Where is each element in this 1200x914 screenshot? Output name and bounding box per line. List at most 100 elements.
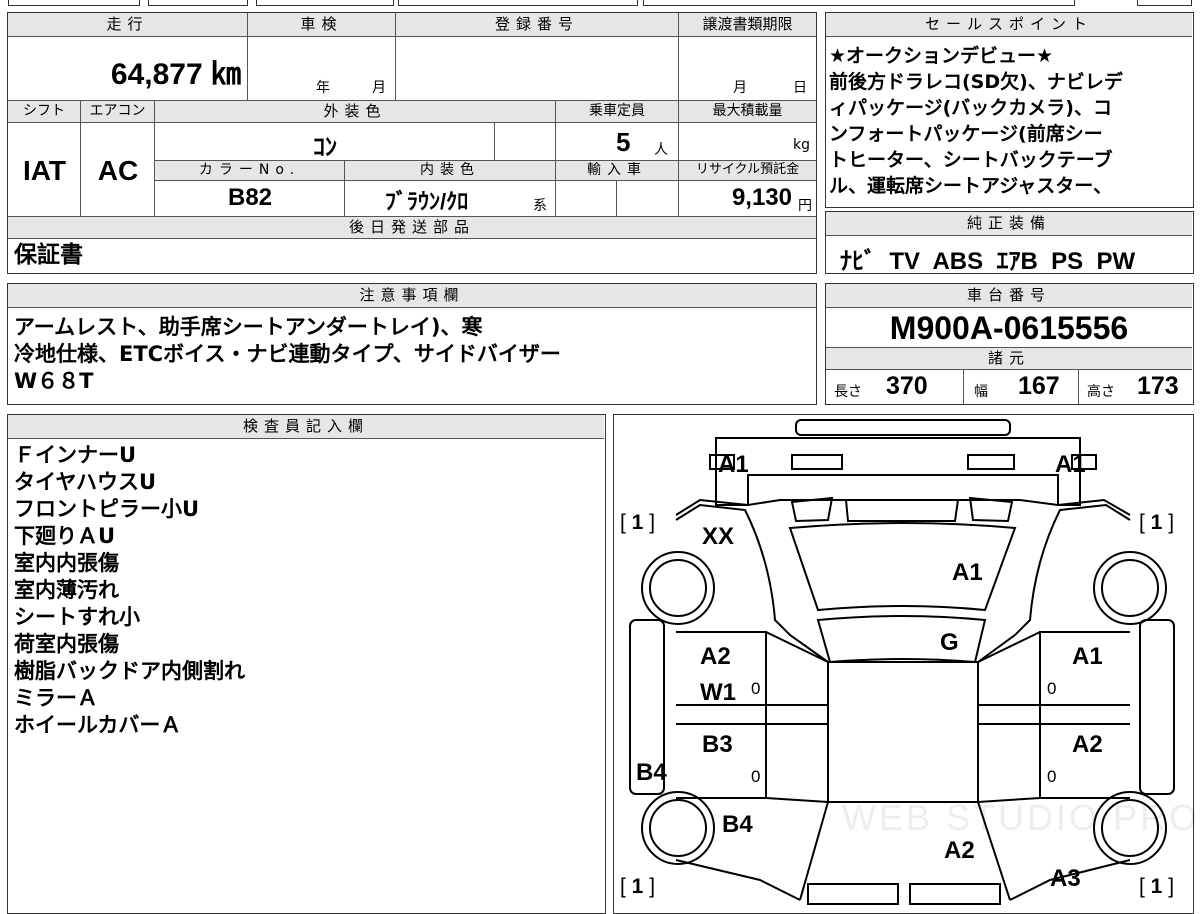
- inspector-line: 荷室内張傷: [14, 632, 119, 656]
- mileage-cell: 64,877 ㎞: [8, 37, 248, 101]
- sales-point-line: ンフォートパッケージ(前席シー: [829, 123, 1103, 145]
- color-no-value: B82: [227, 184, 273, 211]
- vehicle-info-table: 走行 車検 登録番号 譲渡書類期限 64,877 ㎞ 年 月 月 日 シフト エ…: [7, 12, 817, 274]
- ac-header: エアコン: [81, 101, 155, 123]
- bracket-rear-left: [ 1 ]: [620, 875, 656, 898]
- inspector-line: 室内薄汚れ: [14, 578, 119, 602]
- mark-left-rear-door: B3: [702, 731, 733, 758]
- exterior-color-value: ｺﾝ: [313, 134, 337, 161]
- max-load-header: 最大積載量: [679, 101, 816, 123]
- deadline-month-unit: 月: [733, 80, 747, 96]
- deadline-header: 譲渡書類期限: [679, 13, 816, 37]
- inspection-cell: 年 月: [248, 37, 396, 101]
- later-parts-header: 後日発送部品: [8, 217, 816, 239]
- spec-height-label: 高さ: [1087, 384, 1115, 400]
- inspector-line: ミラーＡ: [14, 686, 98, 710]
- color-no-cell: B82: [155, 181, 345, 217]
- exterior-color-cell: ｺﾝ: [155, 123, 495, 161]
- inspector-line: タイヤハウスU: [14, 470, 157, 494]
- notes-header: 注意事項欄: [8, 284, 816, 308]
- sales-point-line: 前後方ドラレコ(SD欠)、ナビレデ: [829, 71, 1123, 93]
- spec-height-value: 173: [1137, 372, 1179, 400]
- specs-header: 諸元: [826, 348, 1192, 370]
- chassis-cell: M900A-0615556: [826, 308, 1192, 348]
- mark-front-right: A1: [1055, 451, 1086, 478]
- inspector-header: 検査員記入欄: [8, 415, 604, 439]
- note-line: 冷地仕様、ETCボイス・ナビ連動タイプ、サイドバイザー: [14, 342, 561, 366]
- spec-length-value: 370: [886, 372, 928, 400]
- capacity-cell: 5 人: [556, 123, 679, 161]
- capacity-value: 5: [616, 127, 631, 157]
- sales-points-header: セールスポイント: [826, 13, 1192, 37]
- shift-value: IAT: [22, 155, 67, 186]
- inspection-month-unit: 月: [372, 80, 386, 96]
- bracket-front-right: [ 1 ]: [1139, 511, 1175, 534]
- inspector-line: 下廻りＡU: [14, 524, 116, 548]
- spec-width-cell: 幅 167: [964, 370, 1079, 404]
- registration-cell: [396, 37, 679, 101]
- tire-depth-rr: 0: [1047, 767, 1057, 786]
- interior-color-value: ﾌﾞﾗｳﾝ/ｸﾛ: [385, 189, 469, 214]
- mark-left-side: B4: [636, 759, 667, 786]
- spec-width-label: 幅: [974, 384, 988, 400]
- mark-front-left: A1: [718, 451, 749, 478]
- sales-point-line: ★オークションデビュー★: [829, 45, 1054, 67]
- mark-rear-center: A2: [944, 837, 975, 864]
- inspector-line: ホイールカバーＡ: [14, 713, 182, 737]
- mark-left-front-door-2: W1: [700, 679, 736, 706]
- mark-windshield: G: [940, 629, 959, 656]
- equipment-value: ﾅﾋﾞ TV ABS ｴｱB PS PW: [840, 248, 1136, 275]
- notes-panel: 注意事項欄 アームレスト、助手席シートアンダートレイ)、寒 冷地仕様、ETCボイ…: [7, 283, 817, 405]
- inspector-line: フロントピラー小U: [14, 497, 200, 521]
- mark-left-front-door: A2: [700, 643, 731, 670]
- tire-depth-lf: 0: [751, 679, 761, 698]
- watermark: WEB STUDIO PRO: [842, 797, 1200, 838]
- bracket-front-left: [ 1 ]: [620, 511, 656, 534]
- inspection-header: 車検: [248, 13, 396, 37]
- inspector-panel: 検査員記入欄 ＦインナーU タイヤハウスU フロントピラー小U 下廻りＡU 室内…: [7, 414, 606, 914]
- equipment-panel: 純正装備 ﾅﾋﾞ TV ABS ｴｱB PS PW: [825, 211, 1194, 275]
- mark-right-front-door: A1: [1072, 643, 1103, 670]
- spec-height-cell: 高さ 173: [1079, 370, 1192, 404]
- sales-points-body: ★オークションデビュー★ 前後方ドラレコ(SD欠)、ナビレデ ィパッケージ(バッ…: [829, 43, 1191, 207]
- inspector-line: シートすれ小: [14, 605, 140, 629]
- sales-points-panel: セールスポイント ★オークションデビュー★ 前後方ドラレコ(SD欠)、ナビレデ …: [825, 12, 1194, 208]
- max-load-unit: kg: [793, 137, 810, 153]
- damage-diagram-panel: WEB STUDIO PRO [ 1 ] [ 1 ] [ 1 ] [ 1 ] A…: [613, 414, 1197, 914]
- exterior-color-header: 外装色: [155, 101, 556, 123]
- ac-value: AC: [97, 155, 139, 186]
- ac-cell: AC: [81, 123, 155, 217]
- import-cell-b: [617, 181, 679, 217]
- registration-header: 登録番号: [396, 13, 679, 37]
- spec-width-value: 167: [1018, 372, 1060, 400]
- sales-point-line: ィパッケージ(バックカメラ)、コ: [829, 97, 1112, 119]
- mark-right-rear-door: A2: [1072, 731, 1103, 758]
- notes-body: アームレスト、助手席シートアンダートレイ)、寒 冷地仕様、ETCボイス・ナビ連動…: [14, 314, 561, 395]
- shift-cell: IAT: [8, 123, 81, 217]
- sales-point-line: トヒーター、シートバックテーブ: [829, 149, 1113, 171]
- mark-left-rear: B4: [722, 811, 753, 838]
- interior-color-cell: ﾌﾞﾗｳﾝ/ｸﾛ 系: [345, 181, 556, 217]
- recycle-cell: 9,130 円: [679, 181, 816, 217]
- mark-front-panel: XX: [702, 523, 735, 550]
- mileage-value: 64,877 ㎞: [110, 58, 241, 91]
- inspector-line: 樹脂バックドア内側割れ: [14, 659, 245, 683]
- import-header: 輸入車: [556, 161, 679, 181]
- mileage-header: 走行: [8, 13, 248, 37]
- interior-color-suffix: 系: [533, 198, 547, 214]
- tire-depth-rf: 0: [1047, 679, 1057, 698]
- capacity-unit: 人: [654, 142, 668, 158]
- deadline-cell: 月 日: [679, 37, 816, 101]
- recycle-header: リサイクル預託金: [679, 161, 816, 181]
- inspector-body: ＦインナーU タイヤハウスU フロントピラー小U 下廻りＡU 室内内張傷 室内薄…: [14, 442, 245, 739]
- bracket-rear-right: [ 1 ]: [1139, 875, 1175, 898]
- later-parts-cell: 保証書: [8, 239, 816, 273]
- shift-header: シフト: [8, 101, 81, 123]
- exterior-color-extra-cell: [495, 123, 556, 161]
- note-line: アームレスト、助手席シートアンダートレイ)、寒: [14, 315, 483, 339]
- recycle-unit: 円: [798, 198, 812, 214]
- inspector-line: 室内内張傷: [14, 551, 119, 575]
- interior-color-header: 内装色: [345, 161, 556, 181]
- spec-length-cell: 長さ 370: [826, 370, 964, 404]
- deadline-day-unit: 日: [793, 80, 807, 96]
